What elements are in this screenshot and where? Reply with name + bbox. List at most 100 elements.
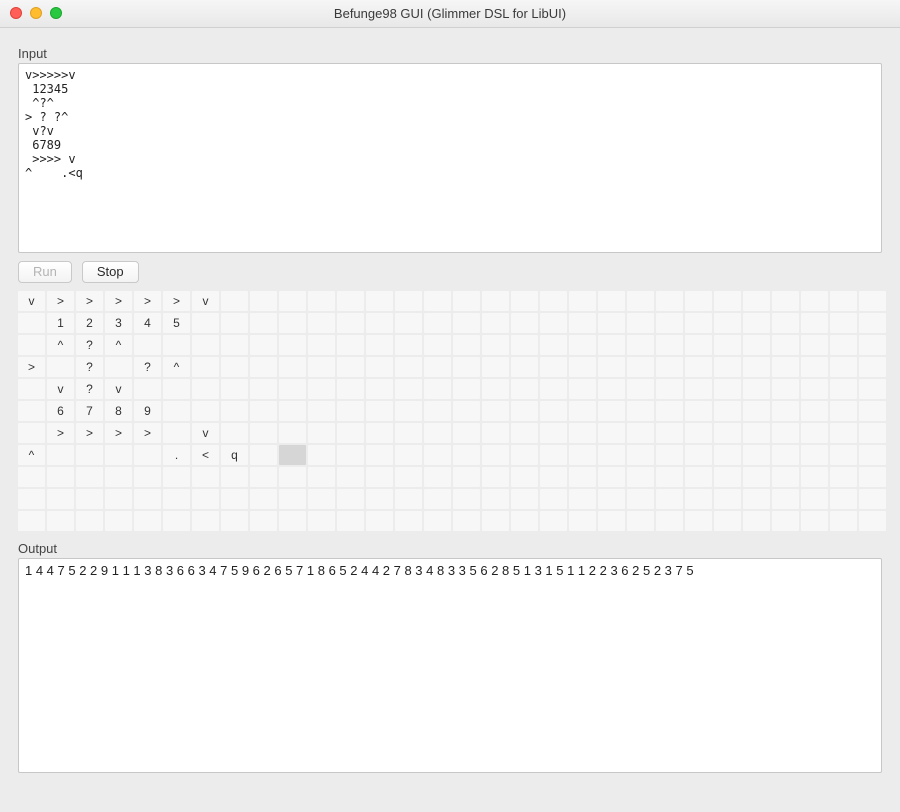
grid-cell[interactable] — [801, 379, 828, 399]
grid-cell[interactable] — [395, 313, 422, 333]
stop-button[interactable]: Stop — [82, 261, 139, 283]
grid-cell[interactable] — [424, 357, 451, 377]
grid-cell[interactable] — [47, 467, 74, 487]
grid-cell[interactable] — [598, 291, 625, 311]
grid-cell[interactable] — [569, 401, 596, 421]
grid-cell[interactable] — [714, 335, 741, 355]
grid-cell[interactable] — [279, 511, 306, 531]
grid-cell[interactable] — [308, 467, 335, 487]
grid-cell[interactable] — [627, 379, 654, 399]
output-textarea[interactable]: 1 4 4 7 5 2 2 9 1 1 1 3 8 3 6 6 3 4 7 5 … — [18, 558, 882, 773]
grid-cell[interactable]: 3 — [105, 313, 132, 333]
grid-cell[interactable] — [859, 445, 886, 465]
grid-cell[interactable] — [830, 313, 857, 333]
grid-cell[interactable]: ? — [134, 357, 161, 377]
grid-cell[interactable] — [859, 335, 886, 355]
grid-cell[interactable] — [627, 467, 654, 487]
grid-cell[interactable] — [337, 511, 364, 531]
grid-cell[interactable] — [830, 489, 857, 509]
grid-cell[interactable] — [772, 467, 799, 487]
grid-cell[interactable] — [859, 357, 886, 377]
grid-cell[interactable] — [337, 489, 364, 509]
grid-cell[interactable] — [743, 291, 770, 311]
grid-cell[interactable] — [772, 379, 799, 399]
grid-cell[interactable]: v — [105, 379, 132, 399]
grid-cell[interactable] — [453, 335, 480, 355]
grid-cell[interactable] — [569, 313, 596, 333]
grid-cell[interactable] — [18, 401, 45, 421]
grid-cell[interactable] — [453, 357, 480, 377]
grid-cell[interactable] — [656, 379, 683, 399]
grid-cell[interactable] — [859, 291, 886, 311]
grid-cell[interactable] — [482, 313, 509, 333]
grid-cell[interactable] — [685, 379, 712, 399]
grid-cell[interactable] — [685, 313, 712, 333]
grid-cell[interactable] — [337, 335, 364, 355]
grid-cell[interactable] — [540, 423, 567, 443]
grid-cell[interactable]: v — [47, 379, 74, 399]
grid-cell[interactable] — [424, 423, 451, 443]
grid-cell[interactable] — [221, 423, 248, 443]
grid-cell[interactable] — [424, 291, 451, 311]
grid-cell[interactable] — [772, 335, 799, 355]
grid-cell[interactable] — [656, 511, 683, 531]
grid-cell[interactable] — [540, 445, 567, 465]
grid-cell[interactable] — [714, 401, 741, 421]
grid-cell[interactable] — [482, 357, 509, 377]
grid-cell[interactable] — [801, 313, 828, 333]
grid-cell[interactable] — [395, 291, 422, 311]
grid-cell[interactable] — [279, 445, 306, 465]
grid-cell[interactable] — [279, 467, 306, 487]
grid-cell[interactable] — [250, 291, 277, 311]
grid-cell[interactable] — [134, 489, 161, 509]
grid-cell[interactable] — [18, 423, 45, 443]
grid-cell[interactable] — [540, 291, 567, 311]
grid-cell[interactable] — [569, 291, 596, 311]
grid-cell[interactable]: v — [192, 291, 219, 311]
grid-cell[interactable] — [830, 379, 857, 399]
grid-cell[interactable] — [279, 335, 306, 355]
grid-cell[interactable]: 8 — [105, 401, 132, 421]
grid-cell[interactable]: 5 — [163, 313, 190, 333]
grid-cell[interactable] — [366, 489, 393, 509]
grid-cell[interactable] — [424, 401, 451, 421]
grid-cell[interactable] — [598, 379, 625, 399]
grid-cell[interactable] — [221, 291, 248, 311]
grid-cell[interactable] — [337, 423, 364, 443]
grid-cell[interactable] — [772, 423, 799, 443]
grid-cell[interactable] — [656, 489, 683, 509]
grid-cell[interactable] — [192, 357, 219, 377]
grid-cell[interactable] — [743, 445, 770, 465]
grid-cell[interactable] — [279, 291, 306, 311]
grid-cell[interactable] — [685, 511, 712, 531]
grid-cell[interactable] — [685, 401, 712, 421]
grid-cell[interactable] — [569, 335, 596, 355]
grid-cell[interactable] — [47, 489, 74, 509]
grid-cell[interactable] — [250, 357, 277, 377]
grid-cell[interactable] — [511, 489, 538, 509]
grid-cell[interactable] — [76, 489, 103, 509]
grid-cell[interactable] — [627, 489, 654, 509]
grid-cell[interactable] — [714, 445, 741, 465]
grid-cell[interactable] — [801, 291, 828, 311]
grid-cell[interactable] — [685, 291, 712, 311]
grid-cell[interactable] — [192, 335, 219, 355]
grid-cell[interactable] — [308, 357, 335, 377]
grid-cell[interactable] — [337, 313, 364, 333]
grid-cell[interactable] — [801, 401, 828, 421]
grid-cell[interactable] — [627, 401, 654, 421]
grid-cell[interactable] — [424, 335, 451, 355]
grid-cell[interactable] — [801, 511, 828, 531]
grid-cell[interactable] — [743, 379, 770, 399]
grid-cell[interactable]: > — [47, 423, 74, 443]
grid-cell[interactable]: 9 — [134, 401, 161, 421]
grid-cell[interactable] — [395, 423, 422, 443]
grid-cell[interactable] — [279, 423, 306, 443]
grid-cell[interactable] — [424, 379, 451, 399]
grid-cell[interactable] — [134, 335, 161, 355]
grid-cell[interactable] — [221, 489, 248, 509]
grid-cell[interactable] — [859, 401, 886, 421]
grid-cell[interactable] — [105, 467, 132, 487]
grid-cell[interactable] — [511, 467, 538, 487]
grid-cell[interactable] — [163, 467, 190, 487]
